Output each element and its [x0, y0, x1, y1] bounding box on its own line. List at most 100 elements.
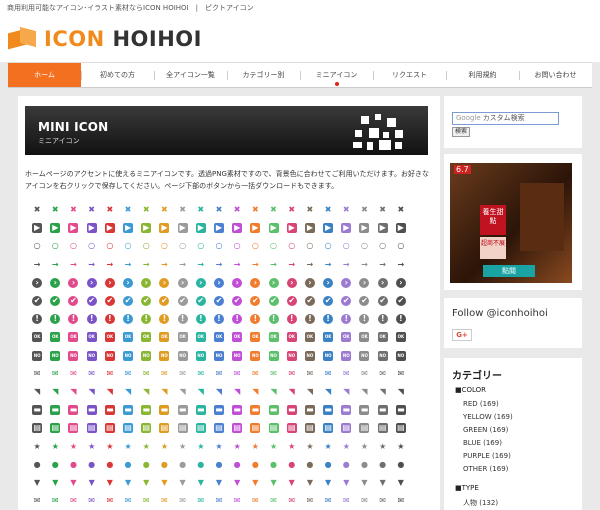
mini-star-icon[interactable]: ★	[101, 437, 119, 455]
mini-check-icon[interactable]: ✔	[174, 292, 192, 310]
mini-envelope-icon[interactable]: ✉	[337, 492, 355, 510]
mini-check-icon[interactable]: ✔	[374, 292, 392, 310]
mini-mail-icon[interactable]: ✉	[192, 365, 210, 383]
mini-alert-icon[interactable]: !	[264, 310, 282, 328]
mini-rss-icon[interactable]: ◥	[119, 383, 137, 401]
mini-play-icon[interactable]: ▶	[228, 219, 246, 237]
mini-speech-icon[interactable]: ●	[83, 456, 101, 474]
mini-ring-icon[interactable]: ○	[246, 237, 264, 255]
mini-close-icon[interactable]: ✖	[337, 201, 355, 219]
mini-play-icon[interactable]: ▶	[101, 219, 119, 237]
mini-check-icon[interactable]: ✔	[46, 292, 64, 310]
mini-mail-icon[interactable]: ✉	[319, 365, 337, 383]
mini-ring-icon[interactable]: ○	[228, 237, 246, 255]
mini-mail-icon[interactable]: ✉	[119, 365, 137, 383]
mini-check-icon[interactable]: ✔	[210, 292, 228, 310]
mini-rss-icon[interactable]: ◥	[155, 383, 173, 401]
mini-rss-icon[interactable]: ◥	[337, 383, 355, 401]
mini-check-icon[interactable]: ✔	[355, 292, 373, 310]
mini-play-icon[interactable]: ▶	[392, 219, 410, 237]
mini-ring-icon[interactable]: ○	[283, 237, 301, 255]
nav-terms[interactable]: 利用規約	[446, 63, 519, 87]
mini-ok-icon[interactable]: OK	[174, 328, 192, 346]
mini-down-icon[interactable]: ▼	[283, 474, 301, 492]
mini-ring-icon[interactable]: ○	[210, 237, 228, 255]
mini-star-icon[interactable]: ★	[210, 437, 228, 455]
mini-play-icon[interactable]: ▶	[301, 219, 319, 237]
mini-bar-icon[interactable]: ▬	[101, 401, 119, 419]
mini-ring-icon[interactable]: ○	[101, 237, 119, 255]
mini-ok-icon[interactable]: OK	[155, 328, 173, 346]
mini-no-icon[interactable]: NO	[246, 347, 264, 365]
google-plus-button[interactable]: G+	[452, 329, 472, 341]
mini-envelope-icon[interactable]: ✉	[264, 492, 282, 510]
mini-play-icon[interactable]: ▶	[155, 219, 173, 237]
mini-next-icon[interactable]: ›	[28, 274, 46, 292]
mini-no-icon[interactable]: NO	[264, 347, 282, 365]
mini-ring-icon[interactable]: ○	[83, 237, 101, 255]
mini-check-icon[interactable]: ✔	[246, 292, 264, 310]
mini-play-icon[interactable]: ▶	[210, 219, 228, 237]
mini-arrow-icon[interactable]: →	[228, 256, 246, 274]
mini-arrow-icon[interactable]: →	[174, 256, 192, 274]
mini-no-icon[interactable]: NO	[210, 347, 228, 365]
category-link-purple[interactable]: PURPLE (169)	[463, 452, 511, 460]
mini-document-icon[interactable]: ▤	[392, 419, 410, 437]
mini-next-icon[interactable]: ›	[228, 274, 246, 292]
category-link-red[interactable]: RED (169)	[463, 400, 499, 408]
mini-speech-icon[interactable]: ●	[374, 456, 392, 474]
mini-next-icon[interactable]: ›	[246, 274, 264, 292]
mini-next-icon[interactable]: ›	[283, 274, 301, 292]
mini-ok-icon[interactable]: OK	[137, 328, 155, 346]
mini-no-icon[interactable]: NO	[319, 347, 337, 365]
mini-alert-icon[interactable]: !	[301, 310, 319, 328]
mini-speech-icon[interactable]: ●	[210, 456, 228, 474]
search-input[interactable]: Google カスタム検索	[452, 112, 559, 125]
mini-document-icon[interactable]: ▤	[374, 419, 392, 437]
nav-request[interactable]: リクエスト	[373, 63, 446, 87]
mini-ok-icon[interactable]: OK	[374, 328, 392, 346]
mini-mail-icon[interactable]: ✉	[355, 365, 373, 383]
mini-speech-icon[interactable]: ●	[301, 456, 319, 474]
mini-down-icon[interactable]: ▼	[192, 474, 210, 492]
mini-mail-icon[interactable]: ✉	[101, 365, 119, 383]
mini-no-icon[interactable]: NO	[83, 347, 101, 365]
mini-alert-icon[interactable]: !	[174, 310, 192, 328]
mini-rss-icon[interactable]: ◥	[46, 383, 64, 401]
mini-envelope-icon[interactable]: ✉	[246, 492, 264, 510]
mini-no-icon[interactable]: NO	[46, 347, 64, 365]
mini-speech-icon[interactable]: ●	[192, 456, 210, 474]
mini-check-icon[interactable]: ✔	[137, 292, 155, 310]
mini-next-icon[interactable]: ›	[319, 274, 337, 292]
mini-check-icon[interactable]: ✔	[101, 292, 119, 310]
mini-close-icon[interactable]: ✖	[355, 201, 373, 219]
mini-arrow-icon[interactable]: →	[392, 256, 410, 274]
mini-document-icon[interactable]: ▤	[210, 419, 228, 437]
mini-speech-icon[interactable]: ●	[246, 456, 264, 474]
mini-down-icon[interactable]: ▼	[119, 474, 137, 492]
mini-envelope-icon[interactable]: ✉	[119, 492, 137, 510]
mini-close-icon[interactable]: ✖	[192, 201, 210, 219]
site-logo[interactable]: ICON HOIHOI	[8, 26, 202, 52]
mini-document-icon[interactable]: ▤	[64, 419, 82, 437]
mini-ring-icon[interactable]: ○	[137, 237, 155, 255]
mini-document-icon[interactable]: ▤	[337, 419, 355, 437]
mini-arrow-icon[interactable]: →	[46, 256, 64, 274]
mini-close-icon[interactable]: ✖	[174, 201, 192, 219]
mini-envelope-icon[interactable]: ✉	[46, 492, 64, 510]
mini-down-icon[interactable]: ▼	[210, 474, 228, 492]
mini-ok-icon[interactable]: OK	[83, 328, 101, 346]
mini-check-icon[interactable]: ✔	[155, 292, 173, 310]
mini-speech-icon[interactable]: ●	[355, 456, 373, 474]
mini-close-icon[interactable]: ✖	[83, 201, 101, 219]
mini-bar-icon[interactable]: ▬	[301, 401, 319, 419]
mini-ring-icon[interactable]: ○	[355, 237, 373, 255]
mini-rss-icon[interactable]: ◥	[392, 383, 410, 401]
mini-arrow-icon[interactable]: →	[119, 256, 137, 274]
mini-close-icon[interactable]: ✖	[119, 201, 137, 219]
mini-speech-icon[interactable]: ●	[46, 456, 64, 474]
nav-beginners[interactable]: 初めての方	[81, 63, 154, 87]
mini-envelope-icon[interactable]: ✉	[192, 492, 210, 510]
mini-ok-icon[interactable]: OK	[337, 328, 355, 346]
mini-play-icon[interactable]: ▶	[246, 219, 264, 237]
